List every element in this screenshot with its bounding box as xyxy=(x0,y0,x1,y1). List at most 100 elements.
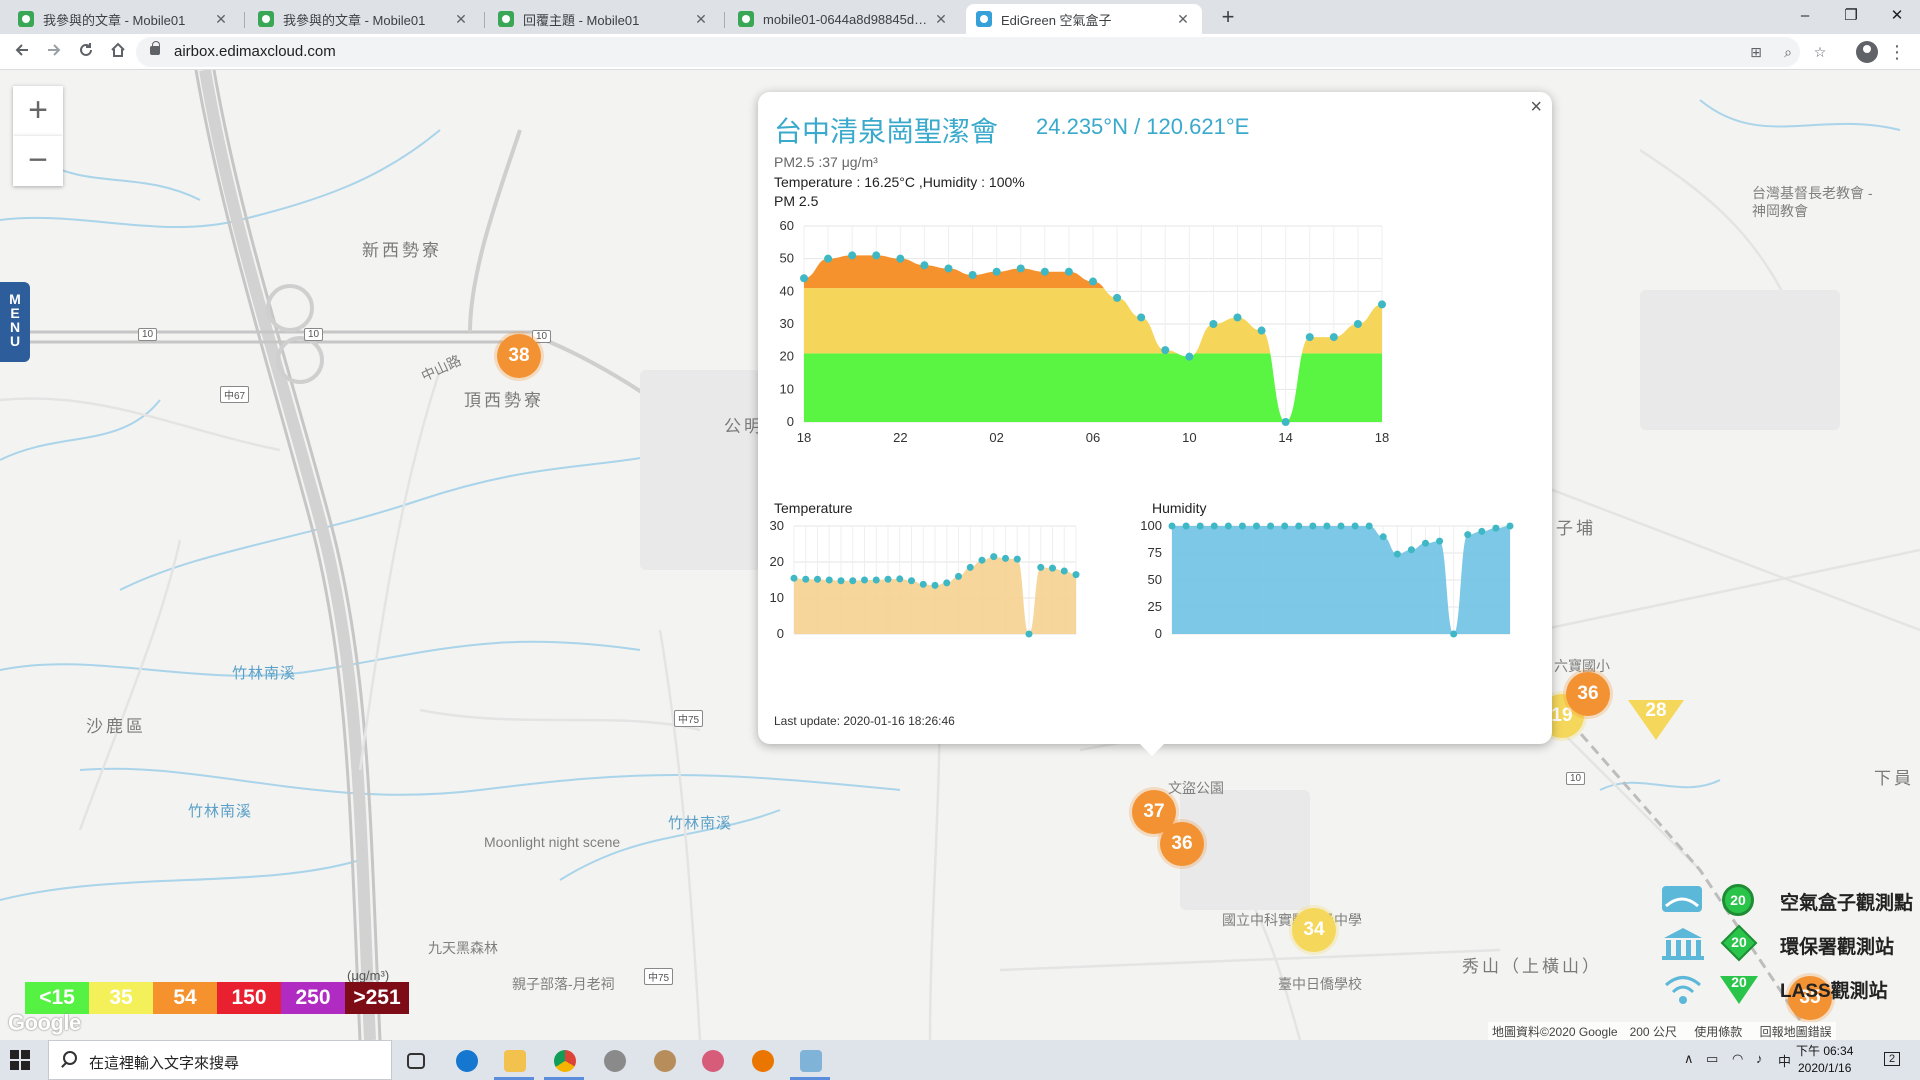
close-tab-icon[interactable]: ✕ xyxy=(452,11,470,28)
edge-app[interactable] xyxy=(446,1044,486,1080)
humidity-data-point[interactable] xyxy=(1309,522,1317,530)
temperature-data-point[interactable] xyxy=(849,577,857,585)
humidity-data-point[interactable] xyxy=(1492,524,1500,532)
humidity-data-point[interactable] xyxy=(1267,522,1275,530)
app-blender[interactable] xyxy=(742,1044,782,1080)
new-tab-button[interactable]: + xyxy=(1214,5,1242,31)
temperature-data-point[interactable] xyxy=(802,575,810,583)
temperature-data-point[interactable] xyxy=(931,581,939,589)
address-bar[interactable]: airbox.edimaxcloud.com ⊞ ⌕ ☆ xyxy=(136,37,1826,67)
pm25-data-point[interactable] xyxy=(872,251,881,260)
humidity-data-point[interactable] xyxy=(1210,522,1218,530)
chrome-app[interactable] xyxy=(544,1044,584,1080)
pm25-data-point[interactable] xyxy=(1064,267,1073,276)
temperature-data-point[interactable] xyxy=(978,556,986,564)
temperature-data-point[interactable] xyxy=(1072,571,1080,579)
humidity-data-point[interactable] xyxy=(1407,546,1415,554)
ime-indicator[interactable]: 中 xyxy=(1778,1051,1791,1070)
humidity-data-point[interactable] xyxy=(1337,522,1345,530)
pm25-data-point[interactable] xyxy=(1378,300,1386,309)
temperature-data-point[interactable] xyxy=(908,577,915,585)
menu-tab-button[interactable]: M E N U xyxy=(0,282,30,362)
close-tab-icon[interactable]: ✕ xyxy=(212,11,230,28)
profile-avatar-icon[interactable] xyxy=(1856,41,1878,63)
station-marker[interactable]: 38 xyxy=(497,334,541,378)
terms-link[interactable]: 使用條款 xyxy=(1694,1025,1742,1039)
humidity-data-point[interactable] xyxy=(1365,522,1373,530)
humidity-data-point[interactable] xyxy=(1464,531,1472,539)
app-gimp[interactable] xyxy=(644,1044,684,1080)
pm25-data-point[interactable] xyxy=(992,267,1001,276)
forward-button[interactable] xyxy=(40,38,68,66)
humidity-data-point[interactable] xyxy=(1281,522,1289,530)
station-marker[interactable]: 34 xyxy=(1292,908,1336,952)
humidity-data-point[interactable] xyxy=(1323,522,1331,530)
humidity-data-point[interactable] xyxy=(1238,522,1246,530)
report-error-link[interactable]: 回報地圖錯誤 xyxy=(1760,1025,1832,1039)
station-marker[interactable]: 36 xyxy=(1566,672,1610,716)
back-button[interactable] xyxy=(8,38,36,66)
pm25-data-point[interactable] xyxy=(848,251,857,260)
temperature-data-point[interactable] xyxy=(861,576,868,584)
humidity-data-point[interactable] xyxy=(1478,527,1486,535)
taskbar-search-input[interactable]: 在這裡輸入文字來搜尋 xyxy=(48,1040,392,1080)
zoom-icon[interactable]: ⌕ xyxy=(1778,42,1798,62)
temperature-data-point[interactable] xyxy=(966,563,974,571)
pm25-data-point[interactable] xyxy=(1089,277,1097,286)
humidity-data-point[interactable] xyxy=(1253,522,1260,530)
temperature-data-point[interactable] xyxy=(990,553,998,561)
reload-button[interactable] xyxy=(72,38,100,66)
humidity-data-point[interactable] xyxy=(1393,550,1401,558)
temperature-data-point[interactable] xyxy=(896,575,904,583)
temperature-data-point[interactable] xyxy=(1002,554,1009,562)
temperature-data-point[interactable] xyxy=(790,574,798,582)
battery-icon[interactable]: ▭ xyxy=(1706,1051,1718,1067)
pm25-data-point[interactable] xyxy=(968,271,977,279)
station-marker[interactable]: 36 xyxy=(1160,822,1204,866)
browser-tab[interactable]: 我參與的文章 - Mobile01 ✕ xyxy=(8,4,240,34)
pm25-data-point[interactable] xyxy=(1305,333,1314,342)
home-button[interactable] xyxy=(104,38,132,66)
app-snipping[interactable] xyxy=(692,1044,732,1080)
pm25-data-point[interactable] xyxy=(1113,293,1122,302)
close-window-button[interactable]: ✕ xyxy=(1874,2,1920,30)
temperature-data-point[interactable] xyxy=(1037,563,1045,571)
humidity-data-point[interactable] xyxy=(1168,522,1176,530)
temperature-data-point[interactable] xyxy=(1049,564,1056,572)
humidity-data-point[interactable] xyxy=(1295,522,1303,530)
close-tab-icon[interactable]: ✕ xyxy=(932,11,950,28)
wifi-icon[interactable]: ◠ xyxy=(1732,1051,1743,1067)
temperature-data-point[interactable] xyxy=(919,580,927,588)
humidity-data-point[interactable] xyxy=(1506,522,1514,530)
humidity-data-point[interactable] xyxy=(1450,630,1458,638)
pm25-data-point[interactable] xyxy=(1281,418,1290,426)
translate-icon[interactable]: ⊞ xyxy=(1746,42,1766,62)
temperature-data-point[interactable] xyxy=(943,579,951,587)
temperature-data-point[interactable] xyxy=(1013,555,1021,563)
humidity-data-point[interactable] xyxy=(1196,522,1204,530)
pm25-data-point[interactable] xyxy=(1257,326,1266,335)
pm25-data-point[interactable] xyxy=(1016,264,1025,273)
browser-tab[interactable]: 回覆主題 - Mobile01 ✕ xyxy=(488,4,720,34)
browser-tab[interactable]: mobile01-0644a8d98845d2ba... ✕ xyxy=(728,4,960,34)
pm25-data-point[interactable] xyxy=(1161,346,1170,355)
humidity-data-point[interactable] xyxy=(1224,522,1232,530)
windows-start-icon[interactable] xyxy=(10,1050,30,1070)
pm25-data-point[interactable] xyxy=(800,274,808,283)
pm25-data-point[interactable] xyxy=(1233,313,1242,322)
browser-tab[interactable]: 我參與的文章 - Mobile01 ✕ xyxy=(248,4,480,34)
pm25-data-point[interactable] xyxy=(920,261,929,270)
browser-tab-active[interactable]: EdiGreen 空氣盒子 ✕ xyxy=(966,4,1202,34)
temperature-data-point[interactable] xyxy=(814,575,821,583)
temperature-data-point[interactable] xyxy=(825,576,833,584)
humidity-data-point[interactable] xyxy=(1182,522,1190,530)
pm25-data-point[interactable] xyxy=(1329,333,1338,342)
notifications-badge[interactable]: 2 xyxy=(1884,1052,1901,1066)
minimize-button[interactable]: – xyxy=(1782,2,1828,30)
temperature-data-point[interactable] xyxy=(1025,630,1033,638)
close-tab-icon[interactable]: ✕ xyxy=(1174,11,1192,28)
temperature-data-point[interactable] xyxy=(837,577,845,585)
humidity-data-point[interactable] xyxy=(1379,533,1387,541)
temperature-data-point[interactable] xyxy=(884,575,892,583)
humidity-data-point[interactable] xyxy=(1351,522,1359,530)
